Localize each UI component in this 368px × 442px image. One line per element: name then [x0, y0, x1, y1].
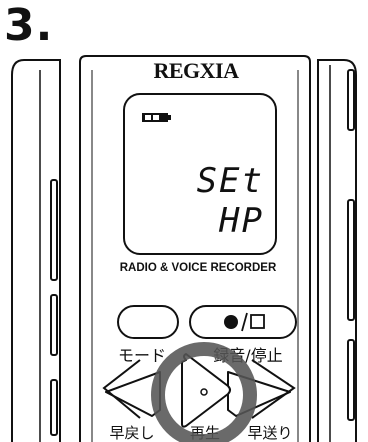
- model-label: RADIO & VOICE RECORDER: [120, 262, 277, 274]
- brand-logo: REGXIA: [153, 58, 239, 83]
- record-stop-button[interactable]: [189, 305, 297, 339]
- mode-button[interactable]: [117, 305, 179, 339]
- lcd-line-2: HP: [218, 201, 264, 241]
- recorder-illustration: REGXIA SEt HP RADIO & VOICE RECORDER モード…: [11, 55, 357, 442]
- record-icon: [224, 315, 238, 329]
- lcd-line-1: SEt: [197, 161, 264, 201]
- fast-forward-label: 早送り: [247, 424, 292, 442]
- device-right-side: [317, 59, 357, 442]
- battery-icon: [142, 113, 171, 122]
- rewind-label: 早戻し: [109, 424, 154, 442]
- device-left-side: [11, 59, 61, 442]
- mode-button-label: モード: [118, 346, 166, 365]
